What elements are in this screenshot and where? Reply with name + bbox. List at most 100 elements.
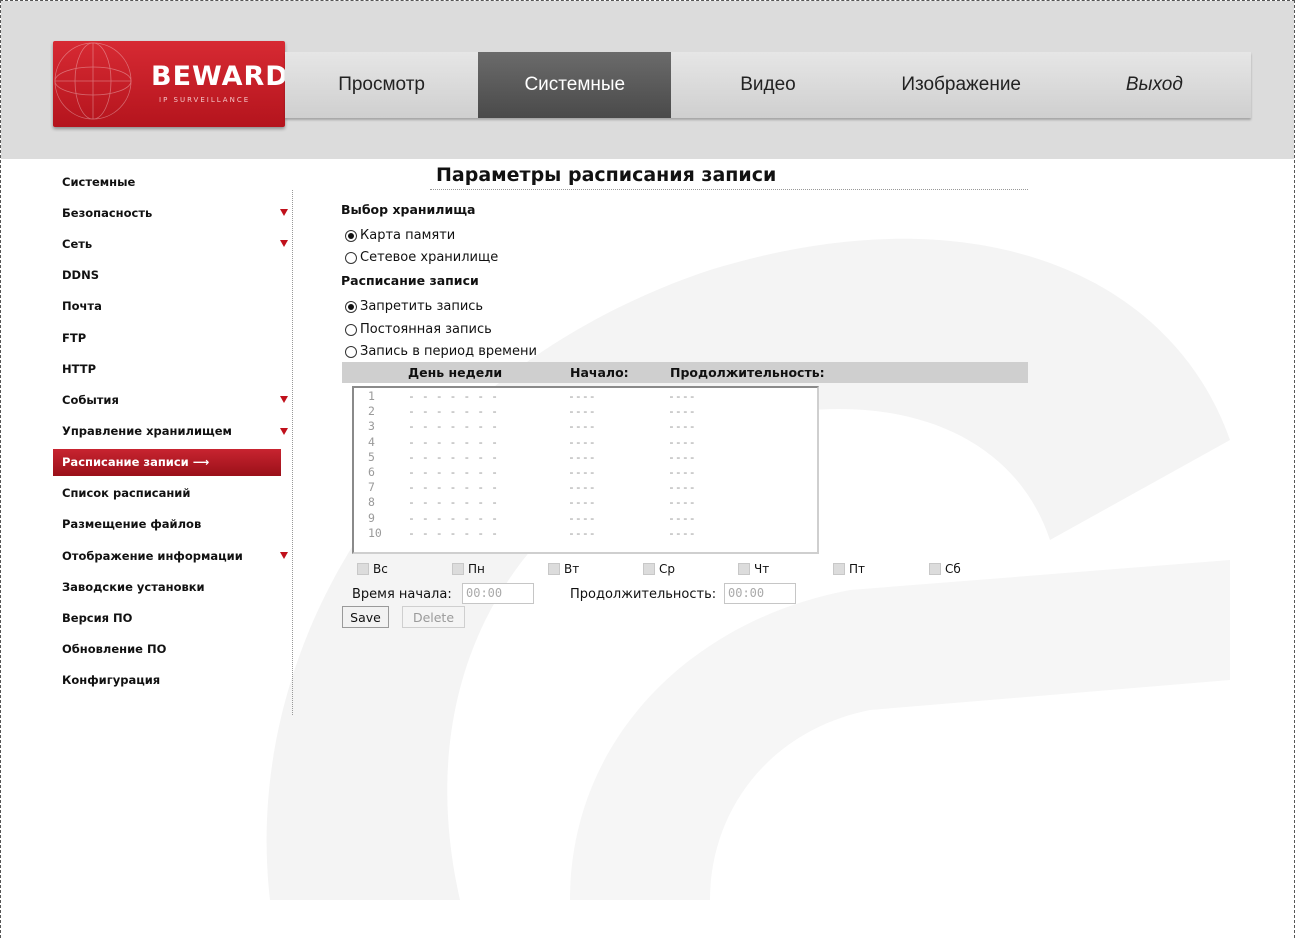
sidebar-item-label: Системные [62,174,136,189]
list-item[interactable]: 3- - - - - - - ---- ---- [354,418,817,433]
checkbox[interactable] [833,563,845,575]
weekday-sun[interactable]: Вс [357,562,388,576]
schedule-listbox[interactable]: 1- - - - - - - ---- ---- 2- - - - - - - ---… [352,386,819,554]
list-item[interactable]: 1- - - - - - - ---- ---- [354,388,817,403]
checkbox[interactable] [929,563,941,575]
list-item[interactable]: 7- - - - - - - ---- ---- [354,479,817,494]
sidebar-item-label: События [62,392,119,407]
schedule-option-continuous[interactable]: Постоянная запись [345,322,492,337]
list-item[interactable]: 2- - - - - - - ---- ---- [354,403,817,418]
sidebar-item-label: Управление хранилищем [62,424,232,439]
list-item[interactable]: 5- - - - - - - ---- ---- [354,449,817,464]
beward-logo[interactable]: BEWARD IP SURVEILLANCE [53,41,285,127]
page-title: Параметры расписания записи [436,164,777,186]
sidebar-item-network[interactable]: Сеть [53,228,288,259]
weekday-thu[interactable]: Чт [738,562,769,576]
checkbox[interactable] [643,563,655,575]
nav-tab-view[interactable]: Просмотр [285,52,478,118]
sidebar-item-ftp[interactable]: FTP [53,322,285,353]
schedule-table-header: День недели Начало: Продолжительность: [342,362,1028,383]
radio-button[interactable] [345,300,357,313]
sidebar-item-label: FTP [62,330,87,345]
radio-button[interactable] [345,323,357,336]
weekday-tue[interactable]: Вт [548,562,579,576]
weekday-checkboxes: Вс Пн Вт Ср Чт Пт Сб [357,562,1007,580]
schedule-option-disable[interactable]: Запретить запись [345,299,483,314]
radio-button[interactable] [345,345,357,358]
globe-icon [54,42,132,120]
sidebar-item-label: Обновление ПО [62,642,167,657]
nav-tab-system[interactable]: Системные [478,52,672,118]
list-item[interactable]: 4- - - - - - - ---- ---- [354,434,817,449]
weekday-fri[interactable]: Пт [833,562,865,576]
sidebar-item-label: Размещение файлов [62,517,202,532]
expand-arrow-icon [280,209,288,217]
radio-label: Сетевое хранилище [360,250,499,265]
storage-option-sd-card[interactable]: Карта памяти [345,228,455,243]
start-time-input[interactable]: 00:00 [462,583,534,604]
sidebar-item-http[interactable]: HTTP [53,353,285,384]
start-time-label: Время начала: [352,587,452,602]
top-navigation: Просмотр Системные Видео Изображение Вых… [285,52,1251,118]
list-item[interactable]: 9- - - - - - - ---- ---- [354,510,817,525]
sidebar-item-label: Конфигурация [62,673,161,688]
list-item[interactable]: 10- - - - - - - ---- ---- [354,525,817,540]
title-divider [430,189,1028,190]
sidebar-item-label: Список расписаний [62,486,191,501]
radio-button[interactable] [345,251,357,264]
list-item[interactable]: 8- - - - - - - ---- ---- [354,494,817,509]
sidebar-item-schedule-list[interactable]: Список расписаний [53,478,285,509]
expand-arrow-icon [280,396,288,404]
weekday-wed[interactable]: Ср [643,562,675,576]
nav-tab-image[interactable]: Изображение [865,52,1058,118]
radio-label: Карта памяти [360,228,456,243]
sidebar-item-events[interactable]: События [53,384,288,415]
sidebar: Системные Безопасность Сеть DDNS Почта F… [53,166,288,696]
sidebar-divider [292,190,293,715]
sidebar-item-security[interactable]: Безопасность [53,197,288,228]
nav-tab-video[interactable]: Видео [671,52,864,118]
sidebar-item-system[interactable]: Системные [53,166,285,197]
column-header-start: Начало: [570,365,629,380]
expand-arrow-icon [280,427,288,435]
expand-arrow-icon [280,240,288,248]
sidebar-item-label: Версия ПО [62,611,133,626]
sidebar-item-factory-defaults[interactable]: Заводские установки [53,571,285,602]
sidebar-item-ddns[interactable]: DDNS [53,260,285,291]
save-button[interactable]: Save [342,606,389,628]
sidebar-item-storage[interactable]: Управление хранилищем [53,416,288,447]
column-header-duration: Продолжительность: [670,365,825,380]
checkbox[interactable] [738,563,750,575]
radio-button[interactable] [345,229,357,242]
logo-subtitle: IP SURVEILLANCE [159,96,251,104]
schedule-heading: Расписание записи [341,273,479,288]
schedule-option-period[interactable]: Запись в период времени [345,344,537,359]
sidebar-item-label: DDNS [62,268,99,283]
nav-tab-logout[interactable]: Выход [1058,52,1251,118]
sidebar-item-configuration[interactable]: Конфигурация [53,665,285,696]
sidebar-item-file-placement[interactable]: Размещение файлов [53,509,285,540]
weekday-sat[interactable]: Сб [929,562,961,576]
storage-option-nas[interactable]: Сетевое хранилище [345,250,498,265]
checkbox[interactable] [452,563,464,575]
radio-label: Запретить запись [360,299,484,314]
sidebar-item-firmware-update[interactable]: Обновление ПО [53,634,285,665]
duration-input[interactable]: 00:00 [724,583,796,604]
sidebar-item-label: Безопасность [62,205,153,220]
sidebar-item-record-schedule[interactable]: Расписание записи ⟶ [53,448,281,476]
list-item[interactable]: 6- - - - - - - ---- ---- [354,464,817,479]
checkbox[interactable] [357,563,369,575]
expand-arrow-icon [280,552,288,560]
duration-label: Продолжительность: [570,587,717,602]
radio-label: Постоянная запись [360,322,492,337]
sidebar-item-firmware-version[interactable]: Версия ПО [53,602,285,633]
sidebar-item-label: Заводские установки [62,579,205,594]
checkbox[interactable] [548,563,560,575]
radio-label: Запись в период времени [360,344,537,359]
weekday-mon[interactable]: Пн [452,562,485,576]
sidebar-item-label: Расписание записи ⟶ [62,455,210,470]
sidebar-item-label: HTTP [62,361,97,376]
sidebar-item-info-display[interactable]: Отображение информации [53,540,288,571]
delete-button[interactable]: Delete [402,606,465,628]
sidebar-item-mail[interactable]: Почта [53,291,285,322]
